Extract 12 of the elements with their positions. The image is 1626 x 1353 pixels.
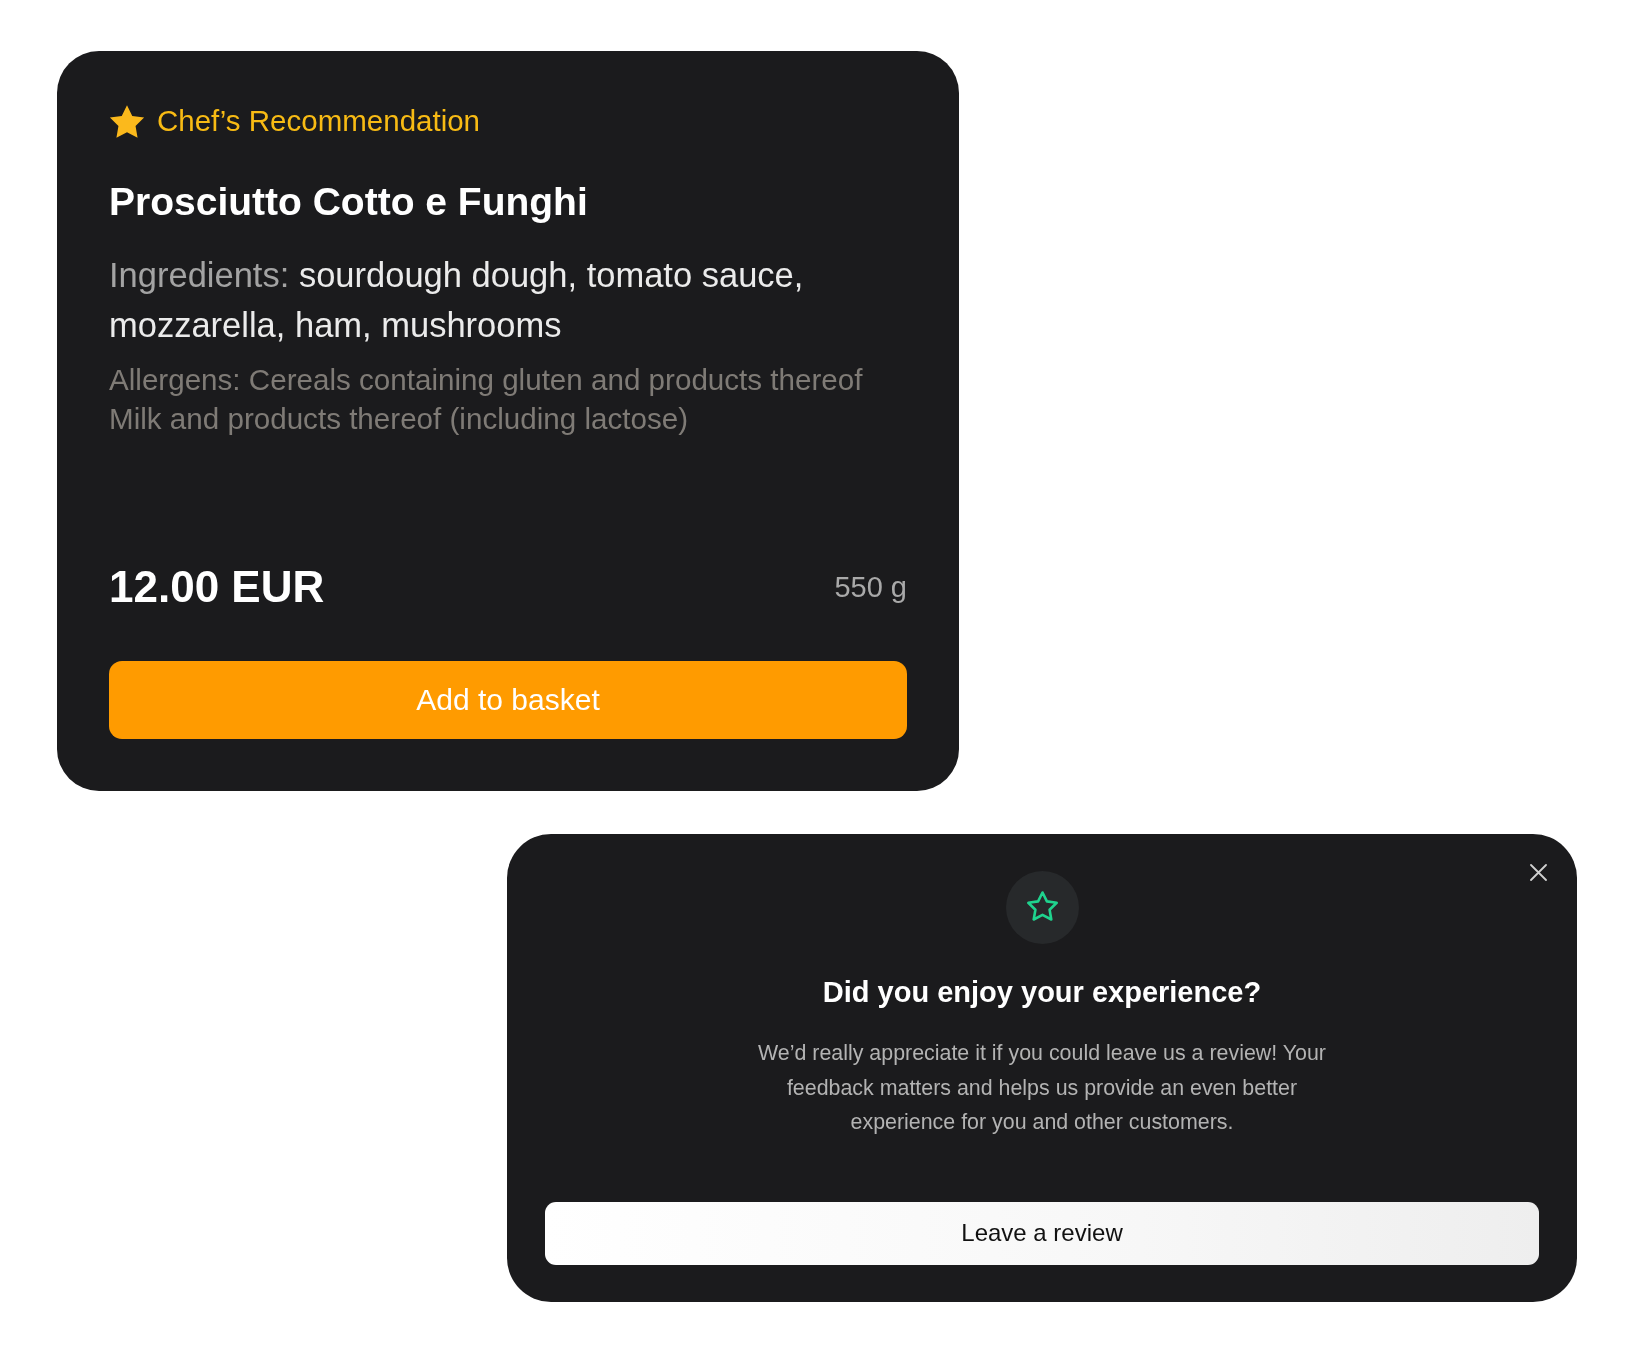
recommendation-label: Chef’s Recommendation xyxy=(157,103,481,139)
allergen-text: Milk and products thereof (including lactose) xyxy=(109,401,689,437)
ingredients-text: Ingredients: sourdough dough, tomato sauce, mozzarella, ham, mushrooms xyxy=(109,255,805,346)
leave-review-button[interactable]: Leave a review xyxy=(545,1201,1539,1265)
close-icon[interactable] xyxy=(1530,864,1547,881)
review-title: Did you enjoy your experience? xyxy=(822,975,1262,1010)
star-icon xyxy=(109,103,145,139)
dish-name: Prosciutto Cotto e Funghi xyxy=(109,180,589,224)
review-message: We’d really appreciate it if you could leave us a review! Your feedback matters and helps us provide an even better experience for you and other customers. xyxy=(757,1040,1327,1136)
price-text: 12.00 EUR xyxy=(109,561,325,613)
weight-text: 550 g xyxy=(834,570,907,605)
allergen-text: Allergens: Cereals containing gluten and products thereof xyxy=(109,362,864,398)
